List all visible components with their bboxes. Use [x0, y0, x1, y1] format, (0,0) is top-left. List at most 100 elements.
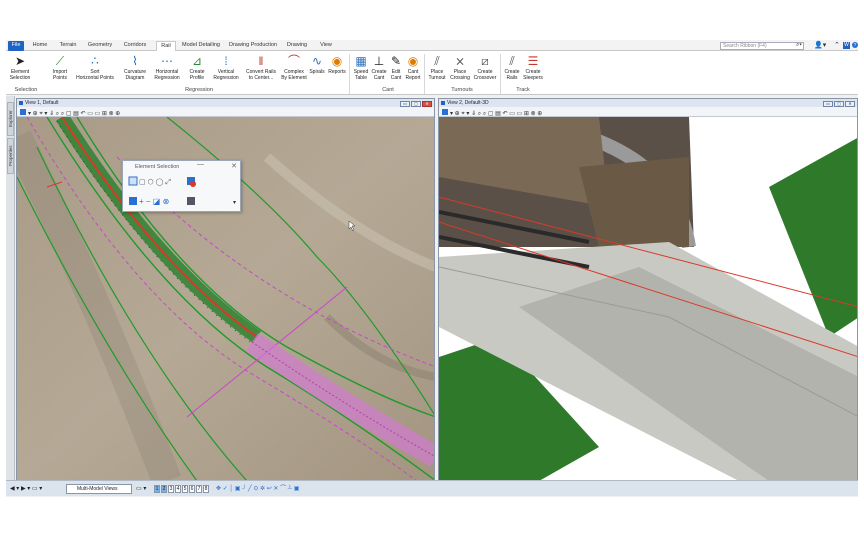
- explorer-tab[interactable]: Explorer: [7, 102, 14, 136]
- view-7-toggle[interactable]: 7: [196, 485, 202, 493]
- view-2-toggle[interactable]: 2: [161, 485, 167, 493]
- complex-by-element-button[interactable]: ⌒ Complex By Element: [280, 54, 308, 81]
- tool-label: Place Turnout: [428, 69, 446, 81]
- properties-tab[interactable]: Properties: [7, 138, 14, 174]
- view-1-toggle[interactable]: 1: [154, 485, 160, 493]
- create-rails-icon: ⫽: [509, 54, 515, 68]
- spirals-button[interactable]: ∿ Spirals: [308, 54, 326, 76]
- ribbon-tab-bar: File Home Terrain Geometry Corridors Rai…: [6, 40, 858, 52]
- view-tools-icons[interactable]: ▾ ⊕ ⌖ ▾ ⇓ ⌕ ⌕ ▢ ▤ ↶ ▭ ▭ ⊞ ⊗ ⊕: [17, 107, 217, 117]
- create-cant-button[interactable]: ⊥ Create Cant: [370, 54, 388, 81]
- minimize-dialog-button[interactable]: —: [197, 161, 204, 168]
- curvature-icon: ⌇: [132, 54, 138, 68]
- import-points-button[interactable]: ⟋ Import Points: [50, 54, 70, 81]
- horizontal-regression-button[interactable]: ⋯ Horizontal Regression: [152, 54, 182, 81]
- speed-table-button[interactable]: ▦ Speed Table: [352, 54, 370, 81]
- tab-terrain[interactable]: Terrain: [56, 41, 80, 51]
- status-bar: ◀ ▾ ▶ ▾ ▭ ▾ Multi-Model Views ▭ ▾ 1 2 3 …: [6, 480, 858, 496]
- tab-geometry[interactable]: Geometry: [86, 41, 114, 51]
- search-icon[interactable]: ⌕▾: [796, 42, 802, 49]
- place-turnout-button[interactable]: ⫽ Place Turnout: [426, 54, 448, 81]
- close-dialog-button[interactable]: ✕: [231, 162, 237, 170]
- tool-label: Cant Report: [405, 69, 421, 81]
- element-selection-button[interactable]: ➤ Element Selection: [8, 54, 32, 81]
- create-sleepers-button[interactable]: ☰ Create Sleepers: [522, 54, 544, 81]
- view-3-toggle[interactable]: 3: [168, 485, 174, 493]
- view-2-canvas[interactable]: [439, 117, 857, 480]
- tool-label: Complex By Element: [281, 69, 307, 81]
- tab-drawing-production[interactable]: Drawing Production: [228, 41, 278, 51]
- view-1-title: View 1, Default: [25, 100, 59, 106]
- help-icon[interactable]: ?: [852, 42, 858, 48]
- view-8-toggle[interactable]: 8: [203, 485, 209, 493]
- tool-label: Create Profile: [189, 69, 205, 81]
- create-profile-button[interactable]: ⊿ Create Profile: [186, 54, 208, 81]
- group-label-turnouts: Turnouts: [451, 87, 473, 93]
- tab-file[interactable]: File: [8, 41, 24, 51]
- tab-model-detailing[interactable]: Model Detailing: [180, 41, 222, 51]
- tool-label: Curvature Diagram: [124, 69, 146, 81]
- cant-report-icon: ◉: [407, 54, 419, 68]
- side-panel: Explorer Properties: [6, 96, 15, 482]
- group-label-cant: Cant: [382, 87, 394, 93]
- view-1[interactable]: View 1, Default ▭ ▢ ✕ ▾ ⊕ ⌖ ▾ ⇓ ⌕ ⌕ ▢ ▤ ↶ …: [16, 98, 435, 481]
- group-label-selection: Selection: [14, 87, 38, 93]
- sort-points-icon: ∴: [91, 54, 99, 68]
- view-icon: [19, 101, 23, 105]
- place-crossing-button[interactable]: ⨯ Place Crossing: [448, 54, 472, 81]
- sort-horizontal-points-button[interactable]: ∴ Sort Horizontal Points: [72, 54, 118, 81]
- cant-report-button[interactable]: ◉ Cant Report: [404, 54, 422, 81]
- snap-tools-icons[interactable]: ✥ ✓ │ ▣ ┘ ╱ ⊙ ✲ ↩ ✕ ⌒ ┴ ▣: [216, 484, 299, 494]
- group-label-regression: Regression: [185, 87, 213, 93]
- horizontal-regression-icon: ⋯: [161, 54, 173, 68]
- tool-label: Import Points: [52, 69, 68, 81]
- tool-label: Speed Table: [353, 69, 369, 81]
- workspace-icon[interactable]: W: [843, 42, 850, 49]
- tab-view[interactable]: View: [316, 41, 336, 51]
- create-crossover-button[interactable]: ⧄ Create Crossover: [472, 54, 498, 81]
- tool-label: Create Crossover: [473, 69, 497, 81]
- 3d-track-view: [439, 117, 857, 480]
- ribbon-panel: ➤ Element Selection ⟋ Import Points ∴ So…: [6, 51, 858, 95]
- svg-text:▢ ⬡ ◯ ⤢: ▢ ⬡ ◯ ⤢: [139, 178, 171, 186]
- complex-element-icon: ⌒: [287, 54, 300, 68]
- tool-label: Horizontal Regression: [154, 69, 180, 81]
- view-layout-icon[interactable]: ▭ ▾: [136, 484, 146, 494]
- vertical-regression-button[interactable]: ⁞ Vertical Regression: [210, 54, 242, 81]
- create-rails-button[interactable]: ⫽ Create Rails: [502, 54, 522, 81]
- collapse-ribbon-icon[interactable]: ⌃: [834, 41, 840, 49]
- view-2[interactable]: View 2, Default-3D ▭ ▢ ✕ ▾ ⊕ ⌖ ▾ ⇓ ⌕ ⌕ ▢ ▤…: [438, 98, 858, 481]
- spirals-icon: ∿: [311, 54, 323, 68]
- tab-corridors[interactable]: Corridors: [120, 41, 150, 51]
- view-4-toggle[interactable]: 4: [175, 485, 181, 493]
- view-5-toggle[interactable]: 5: [182, 485, 188, 493]
- edit-cant-button[interactable]: ✎ Edit Cant: [388, 54, 404, 81]
- tool-label: Reports: [328, 69, 346, 75]
- view-icon: [441, 101, 445, 105]
- tool-label: Place Crossing: [450, 69, 470, 81]
- create-cant-icon: ⊥: [373, 54, 385, 68]
- back-button[interactable]: ◀ ▾ ▶ ▾ ▭ ▾: [10, 484, 42, 494]
- tab-home[interactable]: Home: [30, 41, 50, 51]
- selection-tool-icons[interactable]: ▢ ⬡ ◯ ⤢ + − ◪ ⊗ ▾: [123, 173, 242, 213]
- convert-rails-button[interactable]: ‖ Convert Rails to Center...: [244, 54, 278, 81]
- view-2-toolbar: ▾ ⊕ ⌖ ▾ ⇓ ⌕ ⌕ ▢ ▤ ↶ ▭ ▭ ⊞ ⊗ ⊕: [439, 107, 857, 117]
- reports-button[interactable]: ◉ Reports: [326, 54, 348, 76]
- curvature-diagram-button[interactable]: ⌇ Curvature Diagram: [120, 54, 150, 81]
- svg-text:▾: ▾: [233, 200, 236, 206]
- element-selection-dialog[interactable]: Element Selection — ✕ ▢ ⬡ ◯ ⤢ + − ◪ ⊗ ▾: [122, 160, 241, 212]
- user-icon[interactable]: 👤▾: [814, 41, 826, 49]
- arrow-cursor-icon: ➤: [14, 54, 26, 68]
- separator: [500, 54, 501, 94]
- reports-icon: ◉: [331, 54, 343, 68]
- create-crossover-icon: ⧄: [481, 54, 489, 68]
- view-1-toolbar: ▾ ⊕ ⌖ ▾ ⇓ ⌕ ⌕ ▢ ▤ ↶ ▭ ▭ ⊞ ⊗ ⊕: [17, 107, 434, 117]
- view-6-toggle[interactable]: 6: [189, 485, 195, 493]
- tool-label: Vertical Regression: [213, 69, 239, 81]
- view-tools-icons[interactable]: ▾ ⊕ ⌖ ▾ ⇓ ⌕ ⌕ ▢ ▤ ↶ ▭ ▭ ⊞ ⊗ ⊕: [439, 107, 639, 117]
- search-ribbon-input[interactable]: Search Ribbon (F4): [720, 42, 804, 50]
- svg-text:+ − ◪ ⊗: + − ◪ ⊗: [139, 197, 169, 206]
- tab-drawing[interactable]: Drawing: [284, 41, 310, 51]
- tool-label: Create Cant: [371, 69, 387, 81]
- multi-model-views-select[interactable]: Multi-Model Views: [66, 484, 132, 494]
